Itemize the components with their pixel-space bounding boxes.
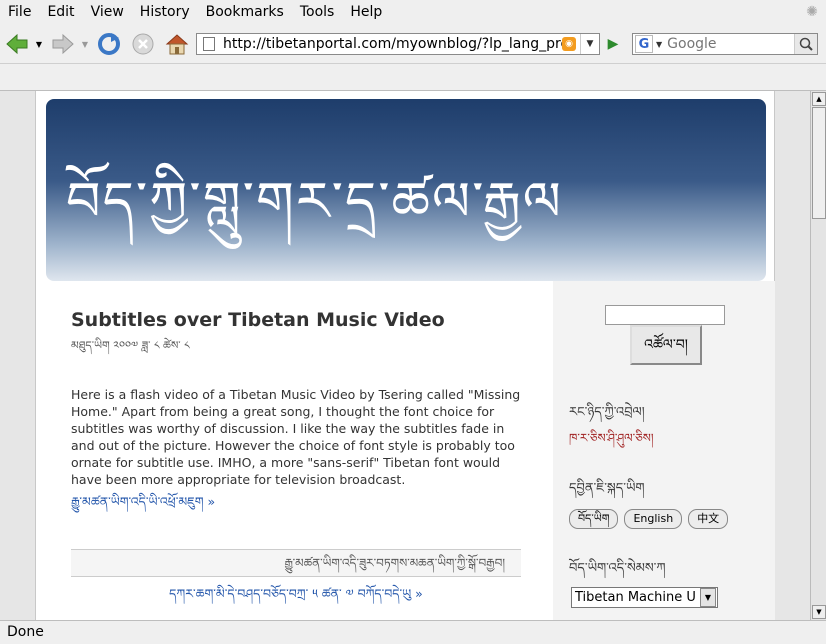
sidebar: འཚོལ་བ། རང་ཉིད་ཀྱི་འབྲེལ། ཁ་ར་ཅིས་ཤི་ཤུལ… [553, 281, 775, 620]
blog-header-banner: བོད་ཀྱི་གླུ་གར་དྲ་ཚལ་རྒྱལ [46, 99, 766, 281]
post-body: Here is a flash video of a Tibetan Music… [71, 387, 521, 487]
back-history-dropdown[interactable]: ▼ [32, 31, 46, 57]
sidebar-heading-language: དབྱིན་ཇི་སྐད་ཡིག [569, 481, 645, 496]
chevron-down-icon[interactable]: ▼ [656, 40, 662, 49]
font-select[interactable]: Tibetan Machine U ▼ [571, 587, 718, 608]
sidebar-search-button[interactable]: འཚོལ་བ། [630, 325, 702, 365]
read-more-link[interactable]: རྒྱུ་མཚན་ཡིག་འདི་ཡི་འཕྲོ་མཇུག » [71, 488, 521, 523]
page-icon [203, 37, 215, 51]
prev-next-link[interactable]: དཀར་ཆག་མི་དེ་བཤད་བཅོད་བཀྲ་ ༥ ཚན་ ༧ བཀོད་… [71, 580, 521, 615]
chevron-down-icon: ▼ [700, 588, 716, 607]
menu-view[interactable]: View [83, 4, 132, 20]
rss-feed-icon[interactable]: ◉ [562, 37, 576, 51]
scroll-up-button[interactable]: ▲ [812, 92, 826, 106]
comment-line: རྒྱུ་མཚན་ཡིག་འདི་ཟུར་བཏགས་མཆན་ཡིག་ཀྱི་སྒ… [71, 549, 521, 577]
forward-arrow-icon [52, 33, 74, 55]
search-bar[interactable]: G ▼ [632, 33, 818, 55]
menu-history[interactable]: History [132, 4, 198, 20]
lang-english-button[interactable]: English [624, 509, 683, 529]
scroll-down-button[interactable]: ▼ [812, 605, 826, 619]
sidebar-heading-font: བོད་ཡིག་འདི་སེམས་ཀ [569, 561, 666, 576]
menu-edit[interactable]: Edit [39, 4, 82, 20]
post-title[interactable]: Subtitles over Tibetan Music Video [71, 309, 521, 331]
stop-icon [132, 33, 154, 55]
throbber-icon: ✺ [806, 4, 818, 20]
chevron-down-icon: ▼ [81, 39, 89, 49]
home-icon [165, 34, 189, 55]
chevron-down-icon: ▼ [586, 39, 594, 49]
back-arrow-icon [6, 33, 28, 55]
url-text[interactable]: http://tibetanportal.com/myownblog/?lp_l… [223, 36, 562, 52]
blog-title[interactable]: བོད་ཀྱི་གླུ་གར་དྲ་ཚལ་རྒྱལ [66, 141, 766, 281]
status-bar: Done [0, 620, 826, 644]
home-button[interactable] [164, 31, 190, 57]
sidebar-link[interactable]: ཁ་ར་ཅིས་ཤི་ཤུལ་ཅིས། [569, 425, 654, 459]
go-button[interactable]: ▶ [604, 35, 622, 53]
search-icon [799, 37, 813, 51]
search-input[interactable] [665, 35, 794, 53]
menu-bookmarks[interactable]: Bookmarks [198, 4, 292, 20]
chevron-down-icon: ▼ [35, 39, 43, 49]
lang-chinese-button[interactable]: 中文 [688, 509, 729, 529]
post-meta: མཐུད་ཡིག ༢༠༠༧ ཟླ་ ༨ ཚེས་ ༨ [71, 339, 190, 352]
search-button[interactable] [794, 34, 817, 54]
forward-button[interactable] [50, 31, 76, 57]
vertical-scrollbar[interactable]: ▲ ▼ [810, 91, 826, 620]
font-select-value: Tibetan Machine U [575, 590, 696, 605]
menu-help[interactable]: Help [342, 4, 390, 20]
menu-bar: File Edit View History Bookmarks Tools H… [0, 0, 826, 24]
reload-icon [98, 33, 120, 55]
blog-page: བོད་ཀྱི་གླུ་གར་དྲ་ཚལ་རྒྱལ Subtitles over… [35, 91, 775, 620]
menu-file[interactable]: File [0, 4, 39, 20]
forward-history-dropdown[interactable]: ▼ [78, 31, 92, 57]
play-icon: ▶ [607, 36, 619, 52]
back-button[interactable] [4, 31, 30, 57]
url-bar[interactable]: http://tibetanportal.com/myownblog/?lp_l… [196, 33, 600, 55]
scrollbar-thumb[interactable] [812, 107, 826, 219]
menu-tools[interactable]: Tools [292, 4, 343, 20]
main-column: Subtitles over Tibetan Music Video མཐུད་… [71, 309, 521, 615]
language-switcher: བོད་ཡིག English 中文 [569, 509, 729, 529]
bookmarks-toolbar [0, 64, 826, 91]
stop-button[interactable] [130, 31, 156, 57]
url-history-dropdown[interactable]: ▼ [580, 34, 599, 54]
lang-tibetan-button[interactable]: བོད་ཡིག [569, 509, 619, 529]
status-text: Done [7, 624, 44, 640]
page-viewport: བོད་ཀྱི་གླུ་གར་དྲ་ཚལ་རྒྱལ Subtitles over… [0, 91, 810, 620]
reload-button[interactable] [96, 31, 122, 57]
sidebar-search-input[interactable] [605, 305, 725, 325]
google-engine-icon[interactable]: G [635, 35, 653, 53]
